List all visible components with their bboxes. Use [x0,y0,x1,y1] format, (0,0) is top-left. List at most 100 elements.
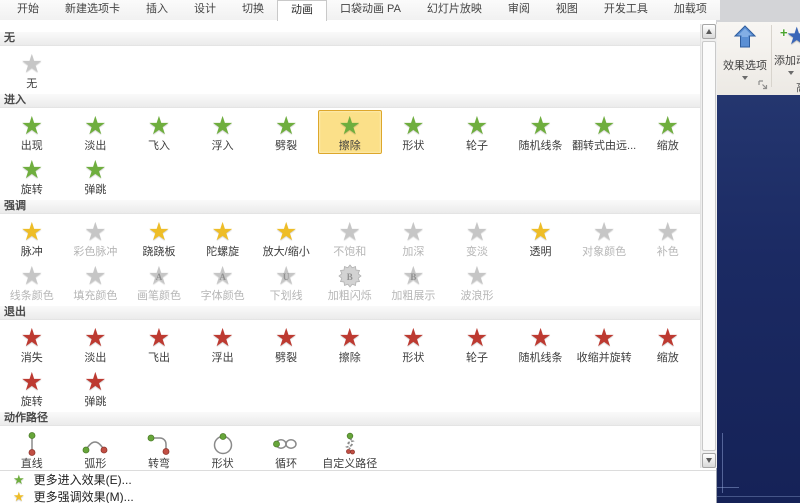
scroll-down-button[interactable] [702,453,716,468]
gallery-item[interactable]: ★ 出现 [0,110,64,154]
letter-glyph: U [282,271,290,282]
star-icon: ★ [465,217,489,246]
gallery-item[interactable]: ★ 弹跳 [64,154,128,198]
dialog-launcher-icon[interactable] [757,78,769,90]
gallery-item[interactable]: ★ 随机线条 [509,322,573,366]
ribbon-tab[interactable]: 加载项 [661,0,720,20]
letter-glyph: A [155,271,163,282]
gallery-item[interactable]: ★ 缩放 [636,322,700,366]
gallery-item: ★ 对象颜色 [572,216,636,260]
placeholder-edge [717,487,739,488]
ribbon-tab[interactable]: 设计 [181,0,229,20]
gallery-item[interactable]: ★ 弹跳 [64,366,128,410]
gallery-item[interactable]: ★ 形状 [382,322,446,366]
star-icon: ★ [84,323,107,352]
gallery-item[interactable]: ★ 轮子 [445,110,509,154]
gallery-item-label: 形状 [211,458,234,470]
star-icon: ★ [211,217,234,246]
gallery-item[interactable]: 自定义路径 [318,428,382,470]
gallery-item-label: 透明 [529,246,552,258]
letter-glyph: B [410,271,417,282]
animation-gallery: 无 ★ 无进入 ★ 出现 ★ 淡出 ★ 飞入 ★ 浮入 ★ 劈裂 ★ 擦除 ★ 形状 ★ 轮子 ★ 随机线条 ★ 翻转式由远… [0,20,716,470]
gallery-item[interactable]: 循环 [254,428,318,470]
gallery-item[interactable]: ★ 淡出 [64,110,128,154]
ribbon-tab[interactable]: 插入 [133,0,181,20]
scrollbar-thumb[interactable] [702,41,716,451]
more-entrance-effects-item[interactable]: ★ 更多进入效果(E)... [0,471,716,488]
gallery-item[interactable]: ★ 劈裂 [254,322,318,366]
gallery-item: ★ 变淡 [445,216,509,260]
gallery-item[interactable]: 转弯 [127,428,191,470]
gallery-item[interactable]: ★ 飞入 [127,110,191,154]
ribbon-tab[interactable]: 开发工具 [591,0,661,20]
star-icon: ★ [529,217,552,246]
ribbon-tab[interactable]: 切换 [229,0,277,20]
gallery-item[interactable]: ★ 翻转式由远... [572,110,636,154]
gallery-item[interactable]: ★ 陀螺旋 [191,216,255,260]
gallery-item[interactable]: ★ 劈裂 [254,110,318,154]
star-icon: ★ [274,111,298,140]
star-icon: ★ [13,489,25,503]
ribbon-tab[interactable]: 视图 [543,0,591,20]
star-icon: ★ [402,217,425,246]
star-icon: ★ [465,111,489,140]
ribbon-tab[interactable]: 审阅 [495,0,543,20]
ribbon-tab[interactable]: 口袋动画 PA [327,0,414,20]
gallery-item[interactable]: ★ 消失 [0,322,64,366]
gallery-item[interactable]: ★ 收缩并旋转 [572,322,636,366]
gallery-item-label: 弹跳 [84,184,107,196]
star-icon: ★ A [147,261,171,290]
gallery-scrollbar[interactable] [700,24,717,468]
gallery-item-label: 跷跷板 [142,246,176,258]
gallery-item-label: 旋转 [20,184,43,196]
gallery-item[interactable]: ★ 擦除 [318,322,382,366]
star-icon: ★ [84,367,107,396]
scroll-up-button[interactable] [702,24,716,39]
gallery-item[interactable]: ★ 缩放 [636,110,700,154]
gallery-item[interactable]: ★ 透明 [509,216,573,260]
star-icon: ★ [656,323,679,352]
gallery-item[interactable]: ★ 旋转 [0,154,64,198]
gallery-item[interactable]: ★ 擦除 [317,110,382,154]
star-icon: ★ [592,217,616,246]
ribbon-tab[interactable]: 新建选项卡 [52,0,133,20]
gallery-item: B 加粗闪烁 [318,260,382,304]
gallery-item[interactable]: ★ 浮出 [191,322,255,366]
more-emphasis-effects-item[interactable]: ★ 更多强调效果(M)... [0,488,716,503]
gallery-item-label: 浮入 [211,140,234,152]
gallery-item-label: 直线 [20,458,43,470]
ribbon-tab[interactable]: 动画 [277,0,327,21]
plus-icon: + [780,25,788,40]
star-icon: ★ [338,111,361,140]
star-icon: ★ [13,472,25,487]
gallery-item-label: 转弯 [147,458,170,470]
gallery-item[interactable]: ★ 浮入 [191,110,255,154]
gallery-item[interactable]: ★ 淡出 [64,322,128,366]
ribbon-tab[interactable]: 幻灯片放映 [414,0,495,20]
gallery-item[interactable]: ★ 飞出 [127,322,191,366]
gallery-item-label: 加深 [402,246,425,258]
gallery-item[interactable]: ★ 脉冲 [0,216,64,260]
gallery-item[interactable]: ★ 轮子 [445,322,509,366]
letter-glyph: B [346,271,353,282]
gallery-item-label: 放大/缩小 [262,246,310,258]
gallery-item[interactable]: ★ 随机线条 [509,110,573,154]
gallery-item-label: 画笔颜色 [136,290,181,302]
gallery-item-label: 脉冲 [20,246,43,258]
gallery-item[interactable]: ★ 放大/缩小 [254,216,318,260]
gallery-item[interactable]: 直线 [0,428,64,470]
star-icon: ★ [84,155,107,184]
star-icon: ★ [84,217,107,246]
ribbon-tab[interactable]: 开始 [4,0,52,20]
chevron-down-icon [788,71,794,75]
gallery-item[interactable]: ★ 旋转 [0,366,64,410]
gallery-section-items: ★ 无 [0,46,700,94]
gallery-item[interactable]: ★ 跷跷板 [127,216,191,260]
gallery-item-label: 飞出 [147,352,170,364]
gallery-item[interactable]: 形状 [191,428,255,470]
gallery-item[interactable]: ★ 无 [0,48,64,92]
gallery-item[interactable]: 弧形 [64,428,128,470]
gallery-item[interactable]: ★ 形状 [382,110,446,154]
more-emphasis-effects-label: 更多强调效果(M)... [33,490,134,503]
star-icon: ★ [211,111,234,140]
